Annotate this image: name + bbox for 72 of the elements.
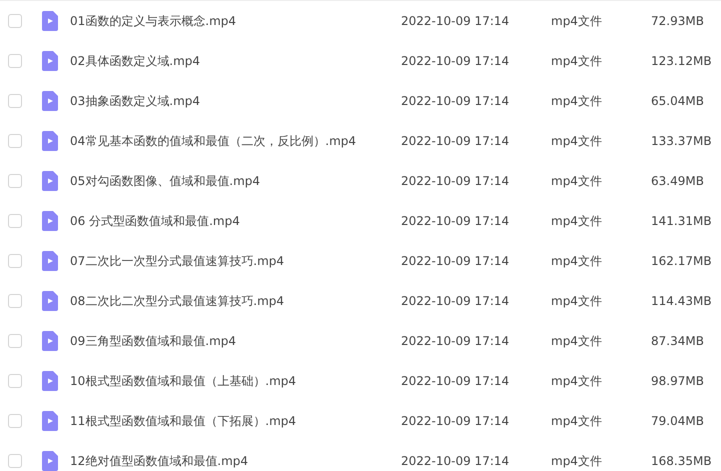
file-name[interactable]: 06 分式型函数值域和最值.mp4 (70, 212, 401, 230)
modified-date: 2022-10-09 17:14 (401, 174, 510, 188)
checkbox[interactable] (8, 134, 22, 148)
video-file-icon (42, 131, 58, 151)
modified-date: 2022-10-09 17:14 (401, 294, 510, 308)
checkbox[interactable] (8, 214, 22, 228)
file-size: 87.34MB (651, 334, 705, 348)
file-size: 79.04MB (651, 414, 705, 428)
file-name[interactable]: 02具体函数定义域.mp4 (70, 52, 401, 70)
file-name[interactable]: 03抽象函数定义域.mp4 (70, 92, 401, 110)
checkbox[interactable] (8, 334, 22, 348)
file-type: mp4文件 (551, 252, 603, 270)
video-file-icon (42, 411, 58, 431)
checkbox[interactable] (8, 414, 22, 428)
file-type: mp4文件 (551, 92, 603, 110)
file-type: mp4文件 (551, 412, 603, 430)
file-type: mp4文件 (551, 132, 603, 150)
video-file-icon (42, 371, 58, 391)
file-size: 123.12MB (651, 54, 713, 68)
file-type: mp4文件 (551, 452, 603, 470)
checkbox[interactable] (8, 174, 22, 188)
video-file-icon (42, 51, 58, 71)
file-size: 162.17MB (651, 254, 713, 268)
checkbox[interactable] (8, 254, 22, 268)
video-file-icon (42, 171, 58, 191)
file-type: mp4文件 (551, 172, 603, 190)
file-name[interactable]: 09三角型函数值域和最值.mp4 (70, 332, 401, 350)
modified-date: 2022-10-09 17:14 (401, 94, 510, 108)
video-file-icon (42, 291, 58, 311)
file-size: 141.31MB (651, 214, 713, 228)
file-size: 65.04MB (651, 94, 705, 108)
checkbox[interactable] (8, 374, 22, 388)
modified-date: 2022-10-09 17:14 (401, 374, 510, 388)
file-name[interactable]: 12绝对值型函数值域和最值.mp4 (70, 452, 401, 470)
modified-date: 2022-10-09 17:14 (401, 214, 510, 228)
file-name[interactable]: 05对勾函数图像、值域和最值.mp4 (70, 172, 401, 190)
modified-date: 2022-10-09 17:14 (401, 454, 510, 468)
file-name[interactable]: 10根式型函数值域和最值（上基础）.mp4 (70, 372, 401, 390)
file-type: mp4文件 (551, 212, 603, 230)
checkbox[interactable] (8, 94, 22, 108)
file-name[interactable]: 01函数的定义与表示概念.mp4 (70, 12, 401, 30)
video-file-icon (42, 451, 58, 471)
modified-date: 2022-10-09 17:14 (401, 134, 510, 148)
video-file-icon (42, 11, 58, 31)
file-name[interactable]: 08二次比二次型分式最值速算技巧.mp4 (70, 292, 401, 310)
file-size: 133.37MB (651, 134, 713, 148)
file-name[interactable]: 07二次比一次型分式最值速算技巧.mp4 (70, 252, 401, 270)
video-file-icon (42, 251, 58, 271)
file-name[interactable]: 04常见基本函数的值域和最值（二次，反比例）.mp4 (70, 132, 401, 150)
checkbox[interactable] (8, 454, 22, 468)
modified-date: 2022-10-09 17:14 (401, 14, 510, 28)
file-type: mp4文件 (551, 52, 603, 70)
video-file-icon (42, 211, 58, 231)
file-type: mp4文件 (551, 292, 603, 310)
checkbox[interactable] (8, 14, 22, 28)
file-type: mp4文件 (551, 332, 603, 350)
modified-date: 2022-10-09 17:14 (401, 254, 510, 268)
file-type: mp4文件 (551, 12, 603, 30)
video-file-icon (42, 91, 58, 111)
file-size: 98.97MB (651, 374, 705, 388)
file-type: mp4文件 (551, 372, 603, 390)
file-size: 168.35MB (651, 454, 713, 468)
checkbox[interactable] (8, 294, 22, 308)
video-file-icon (42, 331, 58, 351)
modified-date: 2022-10-09 17:14 (401, 334, 510, 348)
file-size: 114.43MB (651, 294, 713, 308)
modified-date: 2022-10-09 17:14 (401, 54, 510, 68)
file-size: 63.49MB (651, 174, 705, 188)
file-name[interactable]: 11根式型函数值域和最值（下拓展）.mp4 (70, 412, 401, 430)
file-size: 72.93MB (651, 14, 705, 28)
modified-date: 2022-10-09 17:14 (401, 414, 510, 428)
checkbox[interactable] (8, 54, 22, 68)
